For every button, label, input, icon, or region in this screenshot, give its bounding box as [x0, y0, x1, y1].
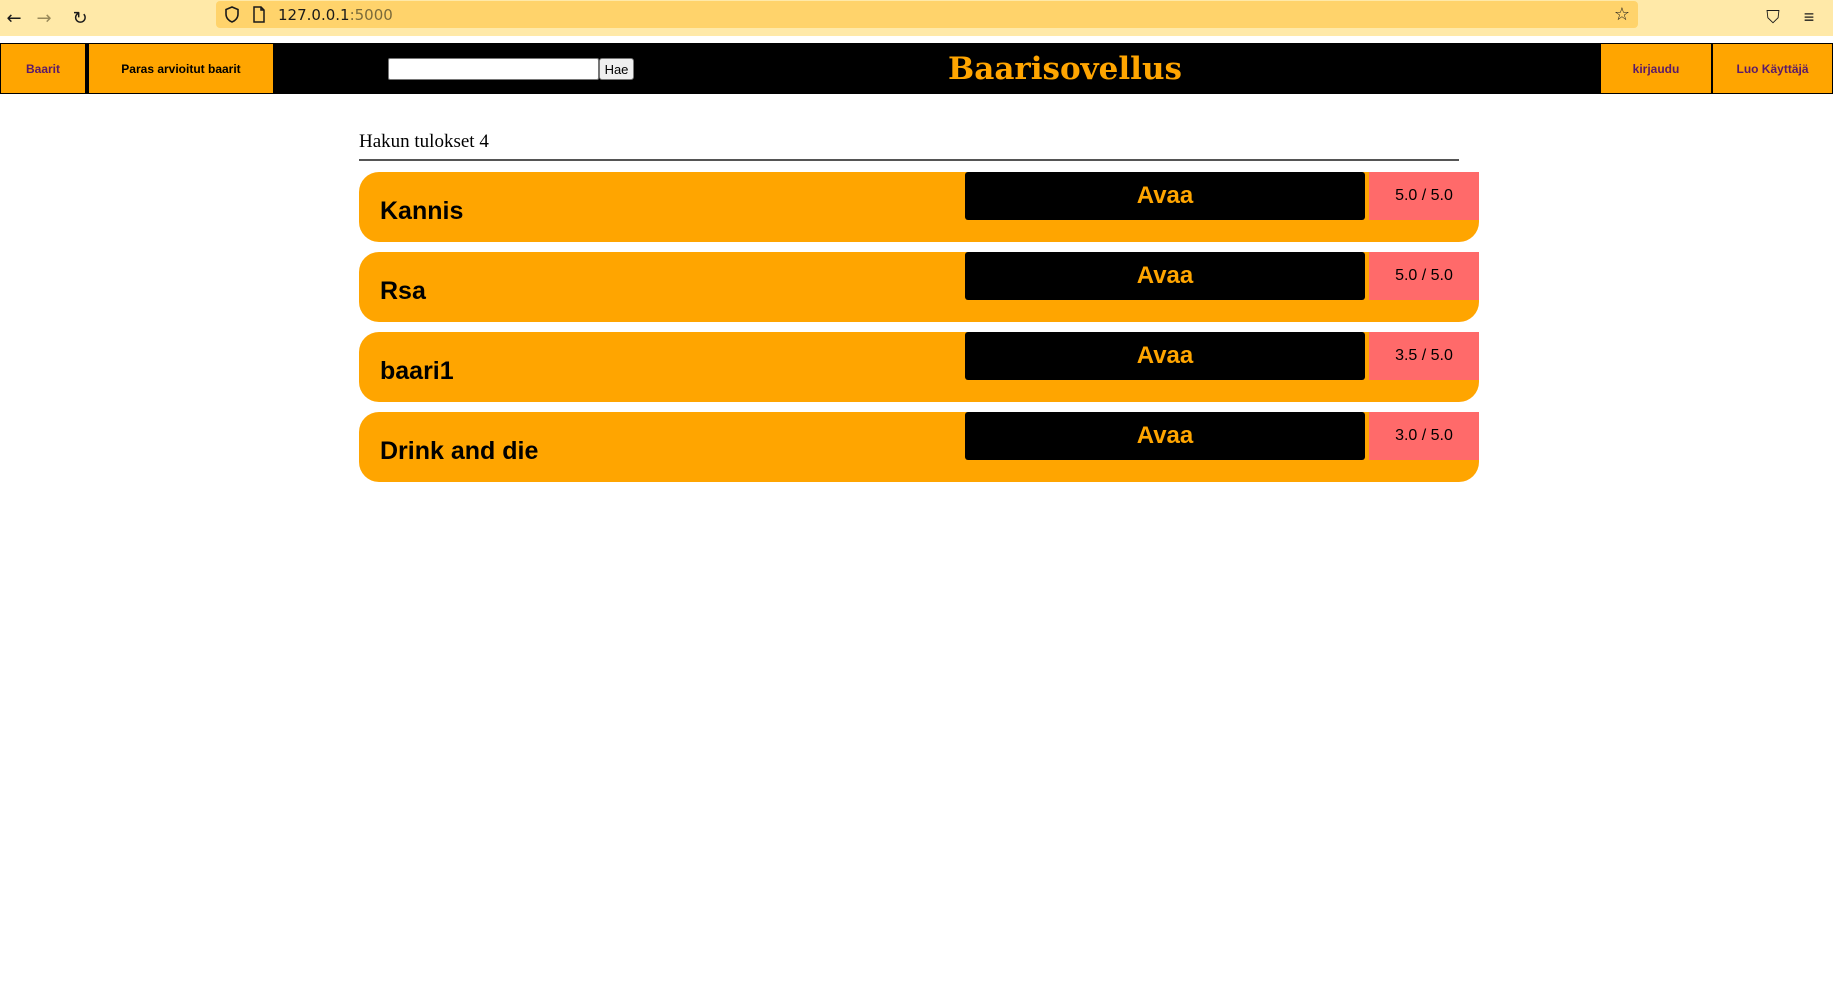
- bar-result-card: Rsa Avaa 5.0 / 5.0: [359, 252, 1479, 322]
- pocket-icon[interactable]: ⛉: [1760, 4, 1786, 30]
- rating-badge: 5.0 / 5.0: [1369, 172, 1479, 220]
- menu-icon[interactable]: ≡: [1796, 4, 1822, 30]
- url-host: 127.0.0.1: [278, 6, 350, 24]
- bar-name: baari1: [380, 357, 454, 385]
- nav-register-link[interactable]: Luo Käyttäjä: [1712, 43, 1833, 94]
- shield-icon[interactable]: [224, 6, 240, 23]
- bar-name: Drink and die: [380, 437, 539, 465]
- bar-result-card: Kannis Avaa 5.0 / 5.0: [359, 172, 1479, 242]
- url-port: :5000: [349, 6, 393, 24]
- bar-name: Rsa: [380, 277, 426, 305]
- search-input[interactable]: [388, 58, 599, 80]
- open-bar-button[interactable]: Avaa: [965, 332, 1365, 380]
- rating-badge: 3.5 / 5.0: [1369, 332, 1479, 380]
- results-heading: Hakun tulokset 4: [359, 131, 489, 152]
- bar-name: Kannis: [380, 197, 464, 225]
- bar-result-card: baari1 Avaa 3.5 / 5.0: [359, 332, 1479, 402]
- bookmark-star-icon[interactable]: ☆: [1614, 4, 1630, 25]
- nav-login-link[interactable]: kirjaudu: [1600, 43, 1712, 94]
- app-navbar: Baarit Paras arvioitut baarit Hae Baaris…: [0, 43, 1833, 94]
- reload-icon[interactable]: ↻: [66, 4, 94, 32]
- open-bar-button[interactable]: Avaa: [965, 252, 1365, 300]
- url-text[interactable]: 127.0.0.1:5000: [278, 6, 393, 24]
- open-bar-button[interactable]: Avaa: [965, 172, 1365, 220]
- search-button[interactable]: Hae: [599, 58, 634, 80]
- page-icon: [253, 6, 265, 23]
- rating-badge: 3.0 / 5.0: [1369, 412, 1479, 460]
- url-bar[interactable]: 127.0.0.1:5000 ☆: [216, 1, 1638, 28]
- browser-toolbar: ← → ↻ 127.0.0.1:5000 ☆ ⛉ ≡: [0, 0, 1833, 36]
- bar-result-card: Drink and die Avaa 3.0 / 5.0: [359, 412, 1479, 482]
- app-title: Baarisovellus: [948, 50, 1182, 87]
- forward-icon[interactable]: →: [30, 4, 58, 32]
- back-icon[interactable]: ←: [0, 4, 28, 32]
- divider: [359, 159, 1459, 161]
- nav-bars-link[interactable]: Baarit: [0, 43, 86, 94]
- open-bar-button[interactable]: Avaa: [965, 412, 1365, 460]
- nav-top-rated-link[interactable]: Paras arvioitut baarit: [88, 43, 274, 94]
- rating-badge: 5.0 / 5.0: [1369, 252, 1479, 300]
